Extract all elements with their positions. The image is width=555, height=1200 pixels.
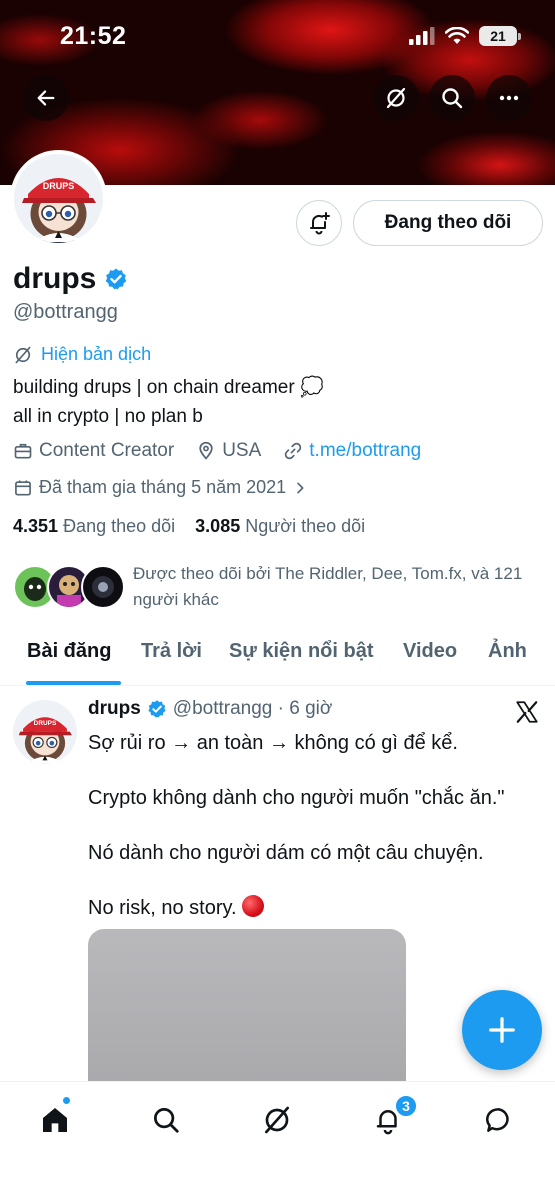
joined-date[interactable]: Đã tham gia tháng 5 năm 2021 xyxy=(13,477,308,498)
red-circle-emoji xyxy=(242,895,265,917)
location-item: USA xyxy=(196,440,261,462)
following-count: 4.351 xyxy=(13,516,59,536)
bio-line-1: building drups | on chain dreamer 💭 xyxy=(13,377,324,398)
tab-videos[interactable]: Video xyxy=(403,640,457,663)
more-icon xyxy=(499,95,519,101)
following-stat[interactable]: 4.351 Đang theo dõi xyxy=(13,516,175,536)
following-button[interactable]: Đang theo dõi xyxy=(353,200,543,246)
category-label: Content Creator xyxy=(39,440,175,461)
show-translation-link[interactable]: Hiện bản dịch xyxy=(13,344,151,365)
tweet-line-4: No risk, no story. xyxy=(88,897,237,919)
calendar-icon xyxy=(15,480,31,495)
chevron-right-icon xyxy=(297,482,304,493)
nav-home[interactable] xyxy=(35,1100,75,1140)
notifications-badge: 3 xyxy=(394,1094,418,1118)
translate-icon xyxy=(15,346,31,363)
tweet-author-name[interactable]: drups xyxy=(88,698,141,720)
verified-badge-icon xyxy=(148,700,166,718)
tweet-avatar[interactable]: DRUPS xyxy=(13,700,77,764)
tweet-body[interactable]: Sợ rủi ro → an toàn → không có gì để kể.… xyxy=(88,729,528,949)
tweet-line-4-wrap: No risk, no story. xyxy=(88,894,528,922)
nav-messages[interactable] xyxy=(479,1100,519,1140)
tweet-line-3: Nó dành cho người dám có một câu chuyện. xyxy=(88,842,484,864)
verified-badge-icon[interactable] xyxy=(104,267,128,291)
followed-by-text: Được theo dõi bởi The Riddler, Dee, Tom.… xyxy=(133,564,523,609)
profile-bio: building drups | on chain dreamer 💭 all … xyxy=(13,373,324,431)
plus-icon xyxy=(489,1017,515,1043)
briefcase-icon xyxy=(14,443,32,459)
avatar-image: DRUPS xyxy=(14,154,103,243)
nav-explore[interactable] xyxy=(146,1100,186,1140)
profile-name-row: drups xyxy=(13,262,128,296)
followers-label: Người theo dõi xyxy=(245,516,366,536)
search-icon xyxy=(442,88,463,109)
followers-you-know[interactable]: Được theo dõi bởi The Riddler, Dee, Tom.… xyxy=(13,561,543,613)
back-button[interactable] xyxy=(23,75,69,121)
tweet-line-1: Sợ rủi ro → an toàn → không có gì để kể. xyxy=(88,732,458,754)
svg-text:DRUPS: DRUPS xyxy=(43,181,75,191)
link-icon xyxy=(285,442,302,460)
profile-meta: Content Creator USA t.me/bottrang xyxy=(13,440,443,462)
x-logo-icon[interactable] xyxy=(514,699,540,725)
nav-grok[interactable] xyxy=(257,1100,297,1140)
translate-label: Hiện bản dịch xyxy=(41,344,152,364)
status-bar: 21:52 21 xyxy=(0,0,555,75)
svg-text:DRUPS: DRUPS xyxy=(34,720,57,727)
joined-label: Đã tham gia tháng 5 năm 2021 xyxy=(39,477,287,497)
tweet-header: drups @bottrangg · 6 giờ xyxy=(88,698,332,720)
wifi-icon xyxy=(445,27,469,44)
search-button[interactable] xyxy=(429,75,475,121)
website-link[interactable]: t.me/bottrang xyxy=(309,440,421,462)
location-pin-icon xyxy=(199,441,213,460)
grok-button[interactable] xyxy=(373,75,419,121)
profile-tabs: Bài đăng Trả lời Sự kiện nổi bật Video Ả… xyxy=(0,630,555,686)
profile-name: drups xyxy=(13,262,97,295)
compose-button[interactable] xyxy=(462,990,542,1070)
tweet-line-2: Crypto không dành cho người muốn "chắc ă… xyxy=(88,787,505,809)
location-label: USA xyxy=(222,440,262,461)
home-icon xyxy=(43,1108,67,1132)
back-arrow-icon xyxy=(37,90,55,106)
notify-button[interactable] xyxy=(296,200,342,246)
grok-icon xyxy=(386,87,406,109)
tab-replies[interactable]: Trả lời xyxy=(141,640,202,663)
explore-icon xyxy=(154,1108,179,1133)
status-time: 21:52 xyxy=(60,22,127,50)
profile-handle: @bottrangg xyxy=(13,301,118,323)
profile-avatar[interactable]: DRUPS xyxy=(10,150,107,247)
mutual-avatars xyxy=(13,561,131,609)
follow-counts: 4.351 Đang theo dõi 3.085 Người theo dõi xyxy=(13,516,365,537)
messages-icon xyxy=(486,1108,509,1132)
more-button[interactable] xyxy=(486,75,532,121)
battery-icon: 21 xyxy=(479,26,521,46)
signal-icon xyxy=(409,27,435,45)
category-item: Content Creator xyxy=(13,440,174,462)
mutual-avatar xyxy=(81,565,125,609)
bottom-navigation: 3 xyxy=(0,1081,555,1200)
following-label: Đang theo dõi xyxy=(63,516,176,536)
tab-posts[interactable]: Bài đăng xyxy=(27,640,111,663)
bio-line-2: all in crypto | no plan b xyxy=(13,406,203,427)
followers-count: 3.085 xyxy=(195,516,241,536)
home-unread-dot xyxy=(62,1096,71,1105)
active-tab-indicator xyxy=(26,681,121,685)
tab-photos[interactable]: Ảnh xyxy=(488,640,527,663)
followers-stat[interactable]: 3.085 Người theo dõi xyxy=(195,516,365,536)
status-icons: 21 xyxy=(409,26,521,46)
grok-nav-icon xyxy=(265,1106,289,1134)
bell-plus-icon xyxy=(310,212,330,235)
website-item[interactable]: t.me/bottrang xyxy=(283,440,421,462)
tweet-handle-time: @bottrangg · 6 giờ xyxy=(172,698,333,719)
tab-highlights[interactable]: Sự kiện nổi bật xyxy=(229,640,374,663)
